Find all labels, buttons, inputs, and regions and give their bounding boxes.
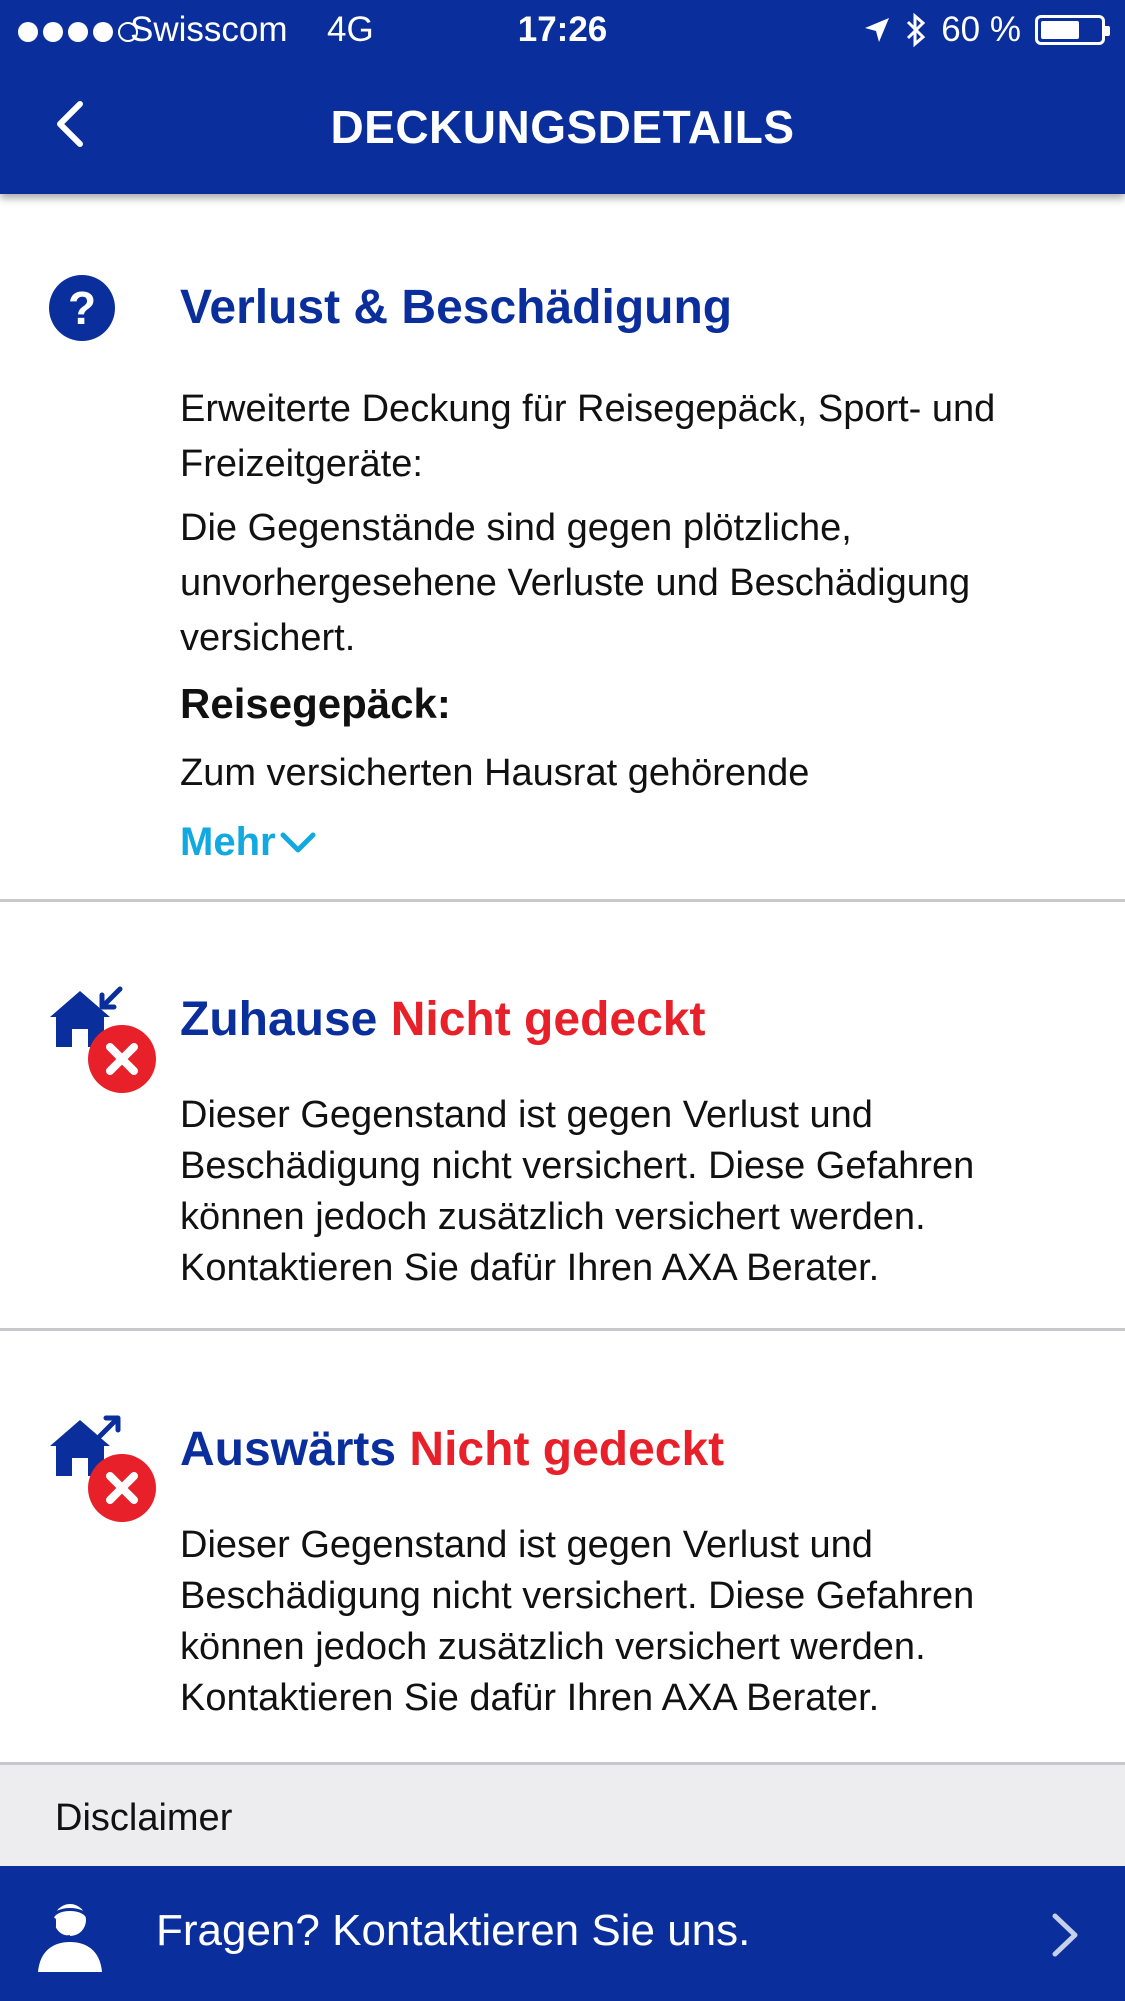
home-title: Zuhause — [180, 993, 378, 1046]
contact-bar[interactable]: Fragen? Kontaktieren Sie uns. — [0, 1866, 1125, 2001]
not-covered-status: Nicht gedeckt — [390, 993, 706, 1046]
battery-icon — [1035, 15, 1110, 45]
chevron-down-icon — [280, 832, 316, 852]
section-title: Verlust & Beschädigung — [180, 281, 733, 334]
home-not-covered-icon — [50, 986, 156, 1093]
battery-percent: 60 % — [941, 10, 1021, 49]
support-agent-icon — [38, 1904, 102, 1972]
divider — [0, 1328, 1125, 1331]
chevron-right-icon — [1052, 1913, 1078, 1957]
svg-text:?: ? — [68, 282, 96, 334]
luggage-subheading: Reisegepäck: — [180, 680, 451, 727]
away-title: Auswärts — [180, 1423, 397, 1476]
more-label: Mehr — [180, 820, 276, 864]
coverage-body: Die Gegenstände sind gegen plötzliche, u… — [180, 507, 971, 659]
coverage-intro: Erweiterte Deckung für Reisegepäck, Spor… — [180, 388, 996, 485]
contact-label: Fragen? Kontaktieren Sie uns. — [156, 1906, 751, 1955]
disclaimer-section[interactable]: Disclaimer — [0, 1762, 1125, 1872]
home-description: Dieser Gegenstand ist gegen Verlust und … — [180, 1094, 975, 1289]
navigation-bar: DECKUNGSDETAILS — [0, 64, 1125, 194]
more-button[interactable]: Mehr — [180, 820, 316, 865]
section-title: Auswärts Nicht gedeckt — [180, 1422, 724, 1477]
disclaimer-label: Disclaimer — [55, 1797, 233, 1839]
away-not-covered-icon — [50, 1415, 156, 1522]
luggage-text: Zum versicherten Hausrat gehörende — [180, 752, 810, 794]
top-bar: Swisscom 4G 17:26 60 % DECKUNGSDETAILS — [0, 0, 1125, 194]
not-covered-status: Nicht gedeckt — [409, 1423, 725, 1476]
page-title: DECKUNGSDETAILS — [330, 101, 795, 153]
divider — [0, 899, 1125, 902]
location-arrow-icon — [865, 18, 890, 42]
status-bar: Swisscom 4G 17:26 60 % — [0, 0, 1125, 64]
section-title: Zuhause Nicht gedeckt — [180, 992, 705, 1047]
bluetooth-icon — [907, 12, 926, 48]
question-icon: ? — [49, 275, 115, 341]
away-description: Dieser Gegenstand ist gegen Verlust und … — [180, 1524, 975, 1719]
